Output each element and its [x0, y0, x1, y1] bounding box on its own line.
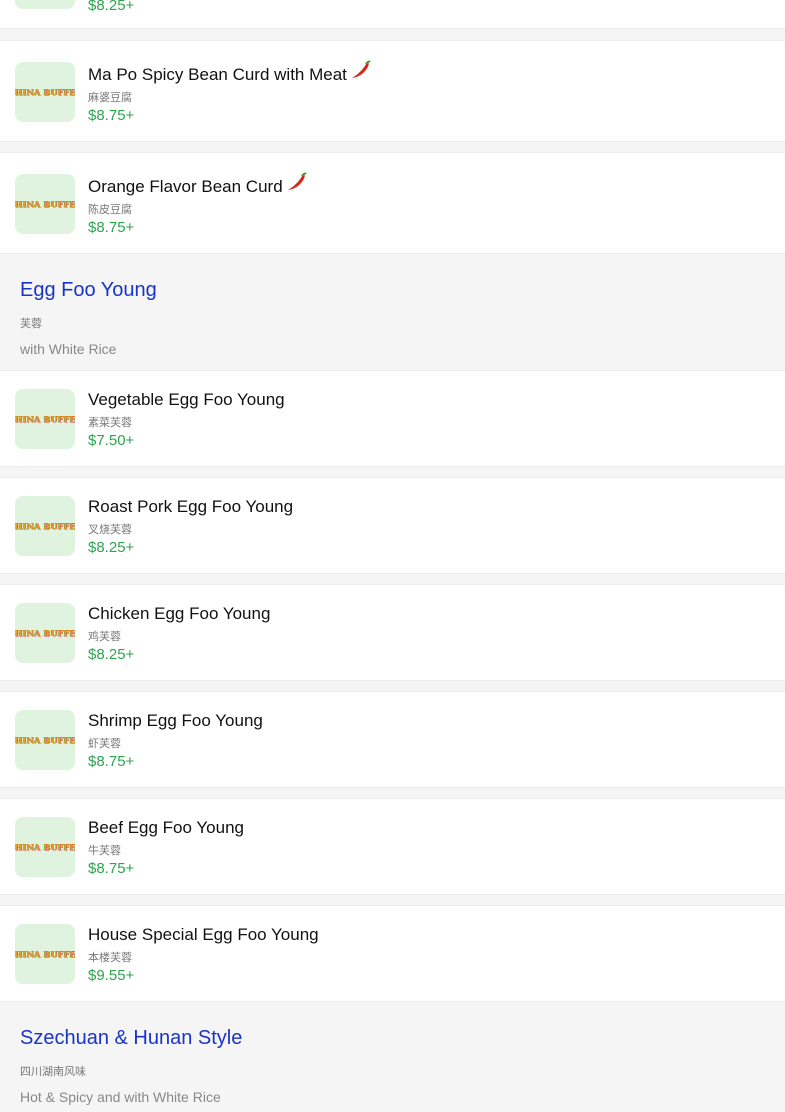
- category-header-egg-foo-young: Egg Foo Young 芙蓉 with White Rice: [0, 254, 785, 370]
- chili-pepper-icon: [351, 60, 371, 78]
- china-buffet-logo: CHINA BUFFET: [15, 414, 75, 424]
- category-title: Szechuan & Hunan Style: [20, 1027, 243, 1049]
- category-title: Egg Foo Young: [20, 279, 157, 301]
- item-thumbnail: CHINA BUFFET: [15, 603, 75, 663]
- menu-item[interactable]: CHINA BUFFET Beef Egg Foo Young 牛芙蓉 $8.7…: [0, 798, 785, 895]
- menu-item[interactable]: CHINA BUFFET Vegetable Egg Foo Young 素菜芙…: [0, 370, 785, 467]
- china-buffet-logo: CHINA BUFFET: [15, 199, 75, 209]
- item-name: Chicken Egg Foo Young: [88, 604, 271, 623]
- item-thumbnail: CHINA BUFFET: [15, 389, 75, 449]
- category-description: with White Rice: [20, 341, 117, 357]
- menu-item[interactable]: CHINA BUFFET Roast Pork Egg Foo Young 叉烧…: [0, 477, 785, 574]
- item-chinese-name: 牛芙蓉: [88, 845, 121, 857]
- china-buffet-logo: CHINA BUFFET: [15, 949, 75, 959]
- item-chinese-name: 鸡芙蓉: [88, 631, 121, 643]
- china-buffet-logo: CHINA BUFFET: [15, 842, 75, 852]
- item-name: Beef Egg Foo Young: [88, 818, 244, 837]
- item-price: $8.75+: [88, 107, 135, 124]
- item-thumbnail: CHINA BUFFET: [15, 924, 75, 984]
- item-thumbnail: CHINA BUFFET: [15, 817, 75, 877]
- item-chinese-name: 本楼芙蓉: [88, 952, 132, 964]
- item-thumbnail: CHINA BUFFET: [15, 62, 75, 122]
- item-price: $8.25+: [88, 646, 135, 663]
- menu-item[interactable]: CHINA BUFFET Orange Flavor Bean Curd 陈皮豆…: [0, 152, 785, 254]
- menu-item[interactable]: CHINA BUFFET Shrimp Egg Foo Young 虾芙蓉 $8…: [0, 691, 785, 788]
- item-name: Roast Pork Egg Foo Young: [88, 497, 294, 516]
- china-buffet-logo: CHINA BUFFET: [15, 521, 75, 531]
- item-name: Vegetable Egg Foo Young: [88, 390, 285, 409]
- menu-item[interactable]: CHINA BUFFET $8.25+: [0, 0, 785, 29]
- menu-item[interactable]: CHINA BUFFET House Special Egg Foo Young…: [0, 905, 785, 1002]
- category-chinese-name: 四川湖南风味: [20, 1066, 86, 1078]
- item-price: $8.75+: [88, 860, 135, 877]
- menu-item[interactable]: CHINA BUFFET Chicken Egg Foo Young 鸡芙蓉 $…: [0, 584, 785, 681]
- item-price: $8.75+: [88, 753, 135, 770]
- item-price: $8.75+: [88, 219, 135, 236]
- item-name: Ma Po Spicy Bean Curd with Meat: [88, 60, 371, 86]
- item-name: Orange Flavor Bean Curd: [88, 172, 307, 198]
- item-name: House Special Egg Foo Young: [88, 925, 319, 944]
- china-buffet-logo: CHINA BUFFET: [15, 87, 75, 97]
- item-chinese-name: 陈皮豆腐: [88, 204, 132, 216]
- item-name: Shrimp Egg Foo Young: [88, 711, 263, 730]
- chili-pepper-icon: [287, 172, 307, 190]
- item-thumbnail: CHINA BUFFET: [15, 496, 75, 556]
- item-chinese-name: 素菜芙蓉: [88, 417, 132, 429]
- item-price: $9.55+: [88, 967, 135, 984]
- item-price: $8.25+: [88, 0, 135, 14]
- china-buffet-logo: CHINA BUFFET: [15, 628, 75, 638]
- menu-item[interactable]: CHINA BUFFET Ma Po Spicy Bean Curd with …: [0, 40, 785, 142]
- category-description: Hot & Spicy and with White Rice: [20, 1089, 221, 1105]
- item-thumbnail: CHINA BUFFET: [15, 174, 75, 234]
- category-chinese-name: 芙蓉: [20, 318, 42, 330]
- item-price: $7.50+: [88, 432, 135, 449]
- item-chinese-name: 叉烧芙蓉: [88, 524, 132, 536]
- item-price: $8.25+: [88, 539, 135, 556]
- china-buffet-logo: CHINA BUFFET: [15, 735, 75, 745]
- item-thumbnail: CHINA BUFFET: [15, 710, 75, 770]
- item-chinese-name: 麻婆豆腐: [88, 92, 132, 104]
- category-header-szechuan-hunan: Szechuan & Hunan Style 四川湖南风味 Hot & Spic…: [0, 1002, 785, 1112]
- item-thumbnail: CHINA BUFFET: [15, 0, 75, 9]
- item-chinese-name: 虾芙蓉: [88, 738, 121, 750]
